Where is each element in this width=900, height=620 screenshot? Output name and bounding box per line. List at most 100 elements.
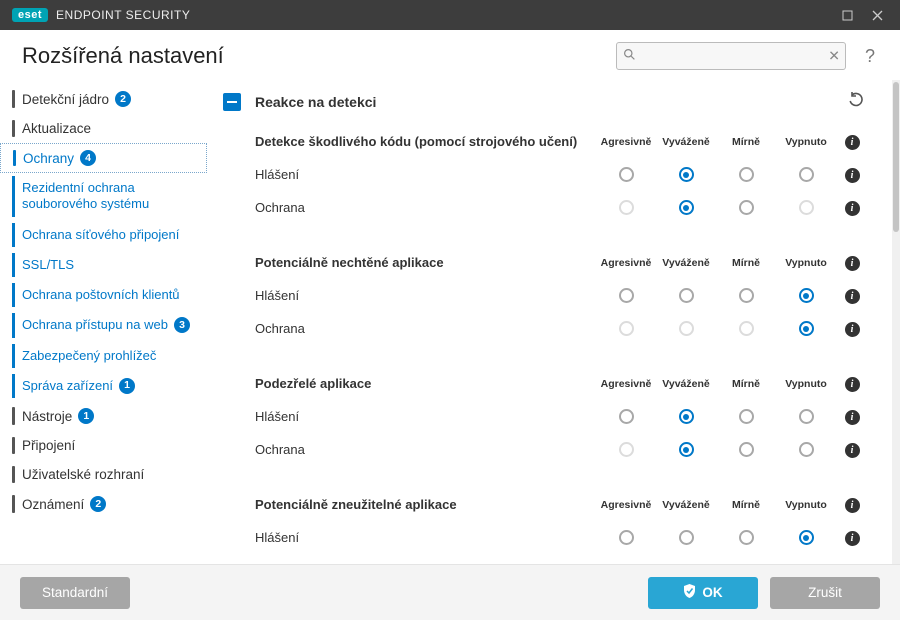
search-icon: [623, 48, 636, 64]
radio-option: [679, 321, 694, 336]
scrollbar-thumb[interactable]: [893, 82, 899, 232]
info-icon[interactable]: i: [845, 289, 860, 304]
radio-option[interactable]: [679, 167, 694, 182]
setting-row: Ochranai: [255, 191, 864, 224]
sidebar-item[interactable]: Aktualizace: [0, 114, 207, 143]
radio-option[interactable]: [739, 530, 754, 545]
info-icon[interactable]: i: [845, 377, 860, 392]
column-header: Vyváženě: [660, 136, 712, 148]
footer: Standardní OK Zrušit: [0, 564, 900, 620]
product-name: ENDPOINT SECURITY: [56, 8, 190, 22]
radio-option[interactable]: [619, 167, 634, 182]
sidebar-item-label: Uživatelské rozhraní: [22, 467, 144, 482]
sidebar-item[interactable]: Zabezpečený prohlížeč: [0, 341, 207, 371]
radio-option[interactable]: [619, 409, 634, 424]
sidebar-item-label: Ochrana přístupu na web: [22, 317, 168, 333]
sidebar-item[interactable]: Připojení: [0, 431, 207, 460]
setting-row: Ochranai: [255, 433, 864, 466]
radio-option[interactable]: [799, 442, 814, 457]
collapse-icon[interactable]: [223, 93, 241, 111]
sidebar-item[interactable]: Ochrana síťového připojení: [0, 220, 207, 250]
column-header: Vyváženě: [660, 257, 712, 269]
scrollbar[interactable]: [892, 80, 900, 564]
column-header: Mírně: [720, 378, 772, 390]
column-header: Agresivně: [600, 257, 652, 269]
search-input[interactable]: [616, 42, 846, 70]
help-button[interactable]: ?: [860, 46, 880, 67]
search-field[interactable]: ✕: [616, 42, 846, 70]
badge: 1: [119, 378, 135, 394]
radio-option: [619, 200, 634, 215]
badge: 3: [174, 317, 190, 333]
radio-option[interactable]: [799, 288, 814, 303]
radio-option[interactable]: [739, 409, 754, 424]
setting-label: Hlášení: [255, 167, 592, 182]
setting-row: Hlášeníi: [255, 400, 864, 433]
info-icon[interactable]: i: [845, 135, 860, 150]
radio-option[interactable]: [739, 200, 754, 215]
badge: 2: [115, 91, 131, 107]
ok-button[interactable]: OK: [648, 577, 758, 609]
group-title: Detekce škodlivého kódu (pomocí strojové…: [255, 134, 592, 149]
sidebar-item[interactable]: Uživatelské rozhraní: [0, 460, 207, 489]
info-icon[interactable]: i: [845, 322, 860, 337]
radio-option: [619, 442, 634, 457]
sidebar-item[interactable]: Detekční jádro 2: [0, 84, 207, 114]
sidebar-item[interactable]: Správa zařízení1: [0, 371, 207, 401]
info-icon[interactable]: i: [845, 443, 860, 458]
setting-row: Hlášeníi: [255, 279, 864, 312]
setting-label: Hlášení: [255, 530, 592, 545]
info-icon[interactable]: i: [845, 256, 860, 271]
window-maximize-icon[interactable]: [832, 0, 862, 30]
sidebar-item[interactable]: SSL/TLS: [0, 250, 207, 280]
radio-option: [619, 321, 634, 336]
radio-option[interactable]: [679, 530, 694, 545]
info-icon[interactable]: i: [845, 498, 860, 513]
radio-option[interactable]: [739, 442, 754, 457]
sidebar-item-label: Detekční jádro: [22, 92, 109, 107]
sidebar-item[interactable]: Ochrany4: [0, 143, 207, 173]
sidebar-item-label: Ochrany: [23, 151, 74, 166]
section-header: Reakce na detekci: [215, 84, 882, 119]
setting-label: Ochrana: [255, 321, 592, 336]
sidebar-item-label: SSL/TLS: [22, 257, 74, 273]
sidebar-item-label: Ochrana síťového připojení: [22, 227, 179, 243]
sidebar-item[interactable]: Nástroje1: [0, 401, 207, 431]
radio-option[interactable]: [619, 288, 634, 303]
cancel-button[interactable]: Zrušit: [770, 577, 880, 609]
window-close-icon[interactable]: [862, 0, 892, 30]
radio-option[interactable]: [799, 409, 814, 424]
sidebar-item[interactable]: Rezidentní ochrana souborového systému: [0, 173, 207, 220]
badge: 1: [78, 408, 94, 424]
radio-option[interactable]: [679, 288, 694, 303]
info-icon[interactable]: i: [845, 531, 860, 546]
info-icon[interactable]: i: [845, 410, 860, 425]
radio-option[interactable]: [739, 167, 754, 182]
default-button[interactable]: Standardní: [20, 577, 130, 609]
sidebar-item[interactable]: Ochrana poštovních klientů: [0, 280, 207, 310]
column-header: Agresivně: [600, 136, 652, 148]
sidebar-item-label: Oznámení: [22, 497, 84, 512]
sidebar-item[interactable]: Oznámení2: [0, 489, 207, 519]
column-header: Mírně: [720, 136, 772, 148]
column-header: Vyváženě: [660, 378, 712, 390]
radio-option[interactable]: [799, 321, 814, 336]
radio-option[interactable]: [679, 200, 694, 215]
radio-option[interactable]: [739, 288, 754, 303]
sidebar-item[interactable]: Ochrana přístupu na web 3: [0, 310, 207, 340]
clear-search-icon[interactable]: ✕: [828, 48, 840, 65]
radio-option[interactable]: [799, 530, 814, 545]
ok-label: OK: [702, 585, 722, 600]
radio-option[interactable]: [679, 409, 694, 424]
radio-option[interactable]: [619, 530, 634, 545]
undo-icon[interactable]: [848, 92, 864, 111]
radio-option: [739, 321, 754, 336]
column-header: Mírně: [720, 499, 772, 511]
radio-option[interactable]: [799, 167, 814, 182]
column-header: Agresivně: [600, 499, 652, 511]
sidebar-item-label: Rezidentní ochrana souborového systému: [22, 180, 197, 213]
radio-option[interactable]: [679, 442, 694, 457]
info-icon[interactable]: i: [845, 168, 860, 183]
info-icon[interactable]: i: [845, 201, 860, 216]
sidebar-item-label: Připojení: [22, 438, 75, 453]
